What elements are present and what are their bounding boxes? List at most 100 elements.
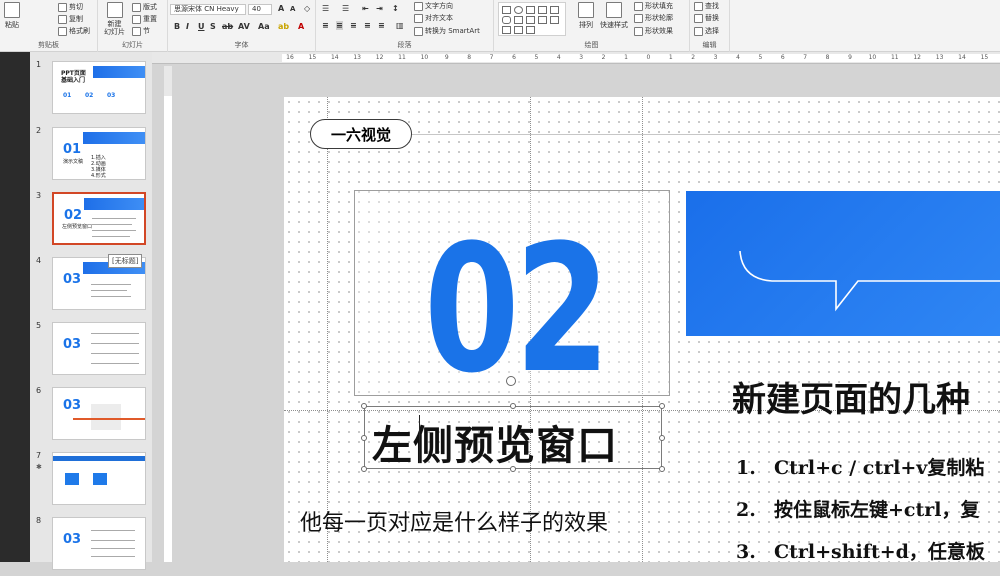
oval-shape-icon[interactable]: [514, 6, 523, 14]
thumbnail-row-7[interactable]: 7 ✱: [30, 449, 152, 511]
find-button[interactable]: 查找: [694, 1, 719, 11]
reset-button[interactable]: 重置: [132, 14, 157, 24]
list-item[interactable]: 1. Ctrl+c / ctrl+v复制粘: [736, 453, 984, 480]
blue-header-block[interactable]: [686, 191, 1000, 336]
resize-handle[interactable]: [659, 403, 665, 409]
callout-shape-icon[interactable]: [502, 26, 511, 34]
thumb-title: 左侧预览窗口: [62, 224, 93, 230]
clear-format-icon[interactable]: ◇: [304, 4, 310, 13]
cut-button[interactable]: 剪切: [58, 2, 83, 12]
rotate-handle-icon[interactable]: [506, 376, 516, 386]
thumbnail-number: 4: [36, 256, 42, 265]
brand-label[interactable]: 一六视觉: [310, 119, 412, 149]
highlight-button[interactable]: ab: [278, 22, 289, 31]
slide-thumbnail-pane: 1 PPT页面 基础入门 01 02 03 2 01 演示文稿 1.插入 2.动…: [0, 52, 152, 570]
new-slide-button[interactable]: 新建 幻灯片: [104, 2, 125, 36]
list-item[interactable]: 3. Ctrl+shift+d，任意板: [736, 537, 985, 562]
arrange-button[interactable]: 排列: [578, 2, 594, 30]
align-text-button[interactable]: 对齐文本: [414, 13, 453, 23]
thumb-line: [92, 236, 130, 237]
resize-handle[interactable]: [361, 403, 367, 409]
thumbnail-row-8[interactable]: 8 03: [30, 514, 152, 576]
triangle-shape-icon[interactable]: [514, 16, 523, 24]
change-case-button[interactable]: Aa: [258, 22, 270, 31]
underline-button[interactable]: U: [198, 22, 205, 31]
thumbnail-number: 8: [36, 516, 42, 525]
brace-shape-icon[interactable]: [514, 26, 523, 34]
slide-thumbnail-selected[interactable]: 02 左侧预览窗口: [52, 192, 146, 245]
replace-button[interactable]: 替换: [694, 13, 719, 23]
slide-editor[interactable]: 16 15 14 13 12 11 10 9 8 7 6 5 4 3 2 1 0 1 2 3 4 5 6 7 8 9 10 11 12 1…: [152, 52, 1000, 562]
slide-thumbnail[interactable]: 01 演示文稿 1.插入 2.动画 3.媒体 4.形式: [52, 127, 146, 180]
thumbnail-row-2[interactable]: 2 01 演示文稿 1.插入 2.动画 3.媒体 4.形式: [30, 124, 152, 186]
format-painter-button[interactable]: 格式刷: [58, 26, 90, 36]
resize-handle[interactable]: [659, 435, 665, 441]
resize-handle[interactable]: [361, 435, 367, 441]
font-group-label: 字体: [234, 41, 249, 49]
resize-handle[interactable]: [659, 466, 665, 472]
star-shape-icon[interactable]: [526, 26, 535, 34]
connector-shape-icon[interactable]: [526, 16, 535, 24]
align-right-icon[interactable]: ≡: [350, 21, 357, 30]
section-button[interactable]: 节: [132, 26, 150, 36]
justify-icon[interactable]: ≡: [364, 21, 371, 30]
line-spacing-icon[interactable]: ↕: [392, 4, 399, 13]
thumbnail-row-6[interactable]: 6 03: [30, 384, 152, 446]
outdent-icon[interactable]: ⇥: [376, 4, 383, 13]
copy-button[interactable]: 复制: [58, 14, 83, 24]
arrow-shape-icon[interactable]: [538, 6, 547, 14]
slide-thumbnail[interactable]: 03: [52, 322, 146, 375]
slide-canvas[interactable]: 一六视觉 02 左侧预览窗口 他每一页对应是什么样子的效果 新建页面的几种 1.…: [284, 97, 1000, 562]
shapes-gallery[interactable]: [498, 2, 566, 36]
shape-effects-button[interactable]: 形状效果: [634, 26, 673, 36]
bold-button[interactable]: B: [174, 22, 180, 31]
slide-thumbnail[interactable]: [52, 452, 146, 505]
list-item[interactable]: 2. 按住鼠标左键+ctrl，复: [736, 495, 980, 522]
grow-font-icon[interactable]: A: [278, 4, 284, 13]
italic-button[interactable]: I: [186, 22, 189, 31]
distribute-icon[interactable]: ≡: [378, 21, 385, 30]
rectangle-shape-icon[interactable]: [502, 6, 511, 14]
line-shape-icon[interactable]: [526, 6, 535, 14]
thumbnail-row-3[interactable]: 3 02 左侧预览窗口: [30, 189, 152, 251]
thumbnail-row-1[interactable]: 1 PPT页面 基础入门 01 02 03: [30, 58, 152, 120]
strikethrough-button[interactable]: ab: [222, 22, 233, 31]
indent-icon[interactable]: ⇤: [362, 4, 369, 13]
columns-icon[interactable]: ▥: [396, 21, 404, 30]
resize-handle[interactable]: [361, 466, 367, 472]
thumbnail-row-5[interactable]: 5 03: [30, 319, 152, 381]
slide-title-text[interactable]: 左侧预览窗口: [372, 413, 618, 471]
align-center-icon[interactable]: ≡: [336, 21, 343, 30]
ruler-tick-label: 3: [579, 54, 584, 61]
section-number[interactable]: 02: [424, 222, 610, 398]
resize-handle[interactable]: [510, 403, 516, 409]
thumb-header-bar: [53, 456, 145, 461]
shape-fill-button[interactable]: 形状填充: [634, 1, 673, 11]
rounded-rect-shape-icon[interactable]: [502, 16, 511, 24]
bullets-icon[interactable]: ☰: [322, 4, 329, 13]
bracket-shape-icon[interactable]: [550, 16, 559, 24]
text-direction-button[interactable]: 文字方向: [414, 1, 453, 11]
quick-styles-button[interactable]: 快速样式: [600, 2, 628, 30]
slide-thumbnail[interactable]: PPT页面 基础入门 01 02 03: [52, 61, 146, 114]
font-size-select[interactable]: 40: [248, 4, 272, 15]
slide-thumbnail[interactable]: 03: [52, 387, 146, 440]
align-left-icon[interactable]: ≡: [322, 21, 329, 30]
font-name-select[interactable]: 思源宋体 CN Heavy: [170, 4, 246, 15]
numbering-icon[interactable]: ☰: [342, 4, 349, 13]
layout-button[interactable]: 版式: [132, 2, 157, 12]
font-color-button[interactable]: A: [298, 22, 304, 31]
slide-thumbnail[interactable]: 03: [52, 517, 146, 570]
curve-shape-icon[interactable]: [538, 16, 547, 24]
shrink-font-icon[interactable]: A: [290, 5, 295, 13]
select-button[interactable]: 选择: [694, 26, 719, 36]
line2-shape-icon[interactable]: [550, 6, 559, 14]
clipboard-group-label: 剪贴板: [38, 41, 59, 49]
paste-button[interactable]: 粘贴: [4, 2, 20, 30]
char-spacing-button[interactable]: AV: [238, 22, 250, 31]
shadow-button[interactable]: S: [210, 22, 216, 31]
smartart-button[interactable]: 转换为 SmartArt: [414, 26, 480, 36]
shape-outline-button[interactable]: 形状轮廓: [634, 13, 673, 23]
content-heading[interactable]: 新建页面的几种: [732, 372, 970, 421]
slide-subtitle[interactable]: 他每一页对应是什么样子的效果: [300, 505, 608, 537]
